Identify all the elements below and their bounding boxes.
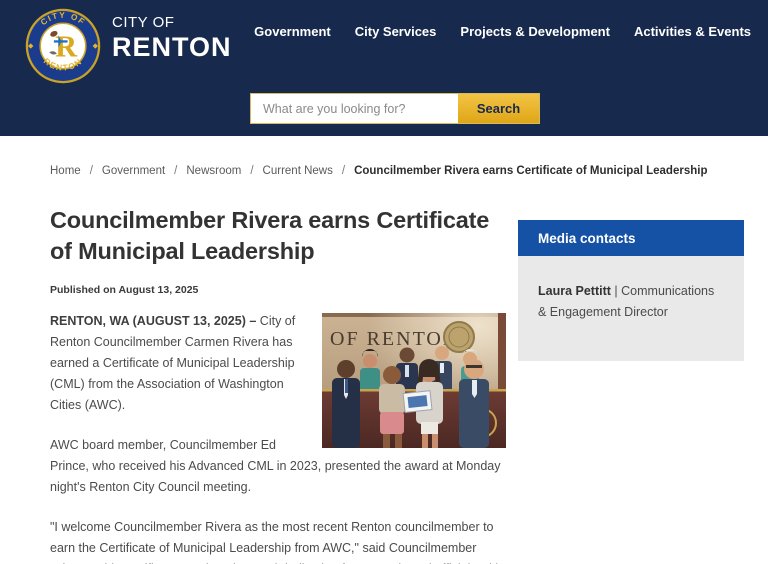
published-date: Published on August 13, 2025 — [50, 284, 506, 296]
city-seal-logo[interactable]: CITY OF RENTON R — [25, 8, 101, 84]
breadcrumb-separator: / — [250, 165, 253, 177]
nav-item-government[interactable]: Government — [254, 24, 331, 39]
breadcrumb-current-news[interactable]: Current News — [263, 165, 333, 177]
media-contacts-sidebar: Media contacts Laura Pettitt | Communica… — [518, 220, 744, 564]
site-wordmark: CITY OF RENTON — [112, 14, 232, 63]
breadcrumb-government[interactable]: Government — [102, 165, 165, 177]
dateline: RENTON, WA (AUGUST 13, 2025) – — [50, 314, 256, 328]
breadcrumb: Home / Government / Newsroom / Current N… — [50, 165, 768, 177]
article-body: OF RENTON — [50, 311, 506, 564]
page-title: Councilmember Rivera earns Certificate o… — [50, 205, 506, 268]
nav-item-activities-events[interactable]: Activities & Events — [634, 24, 751, 39]
breadcrumb-separator: / — [342, 165, 345, 177]
article-photo: OF RENTON — [322, 313, 506, 448]
breadcrumb-home[interactable]: Home — [50, 165, 81, 177]
nav-item-projects-development[interactable]: Projects & Development — [460, 24, 610, 39]
wordmark-city-of: CITY OF — [112, 14, 232, 31]
contact-name: Laura Pettitt — [538, 284, 611, 298]
media-contacts-title: Media contacts — [518, 220, 744, 256]
search-button[interactable]: Search — [458, 94, 539, 123]
media-contacts-body: Laura Pettitt | Communications & Engagem… — [518, 256, 744, 361]
main-nav: Government City Services Projects & Deve… — [254, 24, 751, 39]
renton-seal-icon: CITY OF RENTON R — [25, 8, 101, 84]
council-group-photo-illustration: OF RENTON — [322, 313, 506, 448]
search-input[interactable] — [251, 94, 458, 123]
wordmark-renton: RENTON — [112, 32, 232, 63]
news-article: Councilmember Rivera earns Certificate o… — [50, 205, 506, 564]
breadcrumb-current-page: Councilmember Rivera earns Certificate o… — [354, 165, 707, 177]
nav-item-city-services[interactable]: City Services — [355, 24, 437, 39]
site-search: Search — [250, 93, 540, 124]
breadcrumb-newsroom[interactable]: Newsroom — [186, 165, 241, 177]
site-header: CITY OF RENTON R CITY OF RENTON Governme… — [0, 0, 768, 136]
breadcrumb-separator: / — [174, 165, 177, 177]
breadcrumb-separator: / — [90, 165, 93, 177]
article-paragraph-3: "I welcome Councilmember Rivera as the m… — [50, 517, 506, 564]
main-content: Councilmember Rivera earns Certificate o… — [50, 205, 768, 564]
contact-separator: | — [611, 284, 621, 298]
